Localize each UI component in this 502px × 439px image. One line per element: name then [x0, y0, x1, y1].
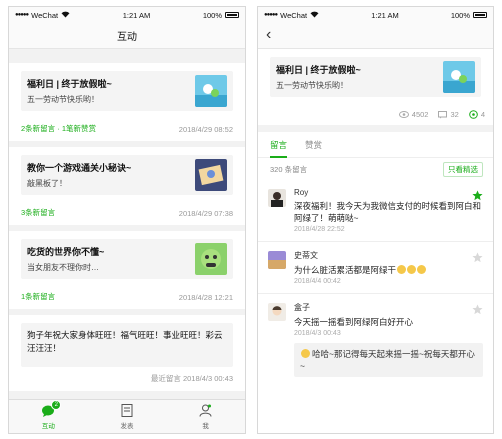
battery-percent: 100% [202, 10, 222, 20]
signal-icon: ●●●●● [264, 12, 278, 18]
text-post-preview[interactable]: 狗子年祝大家身体旺旺！福气旺旺！事业旺旺！彩云汪汪汪！ [21, 323, 233, 367]
document-icon [120, 404, 134, 418]
page-title: 互动 [117, 32, 137, 43]
article-summary[interactable]: 福利日 | 终于放假啦~ 五一劳动节快乐哟！ 4502 32 4 [258, 49, 493, 125]
article-thumbnail [195, 243, 227, 275]
smile-emoji-icon [397, 265, 407, 274]
tab-me[interactable]: 我 [186, 404, 226, 430]
commenter-name: 盒子 [294, 303, 310, 312]
smile-emoji-icon [417, 265, 427, 274]
article-card[interactable]: 教你一个游戏通关小秘诀~ 敲黑板了！ 3条新留言 2018/4/29 07:38 [9, 147, 245, 225]
comment-item[interactable]: Roy 深夜福利！我今天为我微信支付的时候看到阿白和阿绿了！萌萌哒~ 2018/… [258, 180, 493, 242]
comment-item[interactable]: 盒子 今天摇一摇看到阿绿阿白好开心 2018/4/3 00:43 哈哈~那记得每… [258, 294, 493, 385]
comment-text: 今天摇一摇看到阿绿阿白好开心 [294, 317, 414, 327]
avatar [268, 251, 286, 269]
battery-icon [473, 12, 487, 18]
smile-emoji-icon [301, 349, 310, 358]
comments-panel: 留言 赞赏 320 条留言 只看精选 Roy 深夜福利！我今天为我微信支付的时候… [258, 132, 493, 433]
avatar [268, 189, 286, 207]
wifi-icon [310, 11, 319, 20]
nav-bar: 互动 [9, 23, 245, 49]
featured-only-button[interactable]: 只看精选 [443, 161, 483, 177]
text-post-card[interactable]: 狗子年祝大家身体旺旺！福气旺旺！事业旺旺！彩云汪汪汪！ 最近留言 2018/4/… [9, 315, 245, 391]
smile-emoji-icon [407, 265, 417, 274]
tab-label: 互动 [41, 422, 55, 430]
tab-interactions[interactable]: 2 互动 [28, 399, 68, 430]
tab-label: 发表 [120, 422, 134, 430]
comment-item[interactable]: 史蒂文 为什么脏活累活都是阿绿干 2018/4/4 00:42 [258, 242, 493, 294]
article-thumbnail [195, 75, 227, 107]
wifi-icon [61, 11, 70, 20]
article-subtitle: 当女朋友不理你时… [27, 263, 99, 272]
back-chevron-icon[interactable]: ‹ [266, 26, 271, 44]
comment-time: 2018/4/3 00:43 [294, 330, 341, 337]
article-comments-screen: ●●●●● WeChat 1:21 AM 100% ‹ 福利日 | 终于放假啦~… [257, 6, 494, 434]
tab-label: 我 [202, 422, 209, 430]
author-reply: 哈哈~那记得每天起来摇一摇~祝每天都开心~ [294, 343, 483, 377]
status-bar: ●●●●● WeChat 1:21 AM 100% [258, 7, 493, 23]
article-stats: 4502 32 4 [398, 110, 485, 119]
article-title: 吃货的世界你不懂~ [27, 247, 105, 257]
bottom-tab-bar: 2 互动 发表 我 [9, 399, 245, 433]
comment-text-content: 为什么脏活累活都是阿绿干 [294, 265, 397, 275]
new-comment-count: 2条新留言 · 1笔新赞赏 [21, 124, 97, 133]
interactions-screen: ●●●●● WeChat 1:21 AM 100% 互动 福利日 | 终于放假啦… [8, 6, 246, 434]
eye-icon [398, 111, 409, 118]
article-subtitle: 五一劳动节快乐哟！ [27, 95, 99, 104]
battery-percent: 100% [450, 10, 470, 20]
article-subtitle: 五一劳动节快乐哟！ [276, 81, 348, 90]
clock: 1:21 AM [371, 10, 399, 20]
article-thumbnail [443, 61, 475, 93]
tab-publish[interactable]: 发表 [107, 404, 147, 430]
article-thumbnail [195, 159, 227, 191]
article-date: 2018/4/29 07:38 [178, 209, 233, 218]
article-preview[interactable]: 吃货的世界你不懂~ 当女朋友不理你时… [21, 239, 233, 279]
article-preview[interactable]: 教你一个游戏通关小秘诀~ 敲黑板了！ [21, 155, 233, 195]
reward-count: 4 [480, 110, 485, 119]
tab-rewards[interactable]: 赞赏 [305, 139, 322, 151]
star-outline-icon[interactable] [472, 304, 483, 315]
status-bar: ●●●●● WeChat 1:21 AM 100% [9, 7, 245, 23]
comment-count: 32 [450, 110, 459, 119]
article-title: 教你一个游戏通关小秘诀~ [27, 163, 132, 173]
reply-text: 哈哈~那记得每天起来摇一摇~祝每天都开心~ [300, 349, 475, 371]
commenter-name: 史蒂文 [294, 251, 318, 260]
text-post-content: 狗子年祝大家身体旺旺！福气旺旺！事业旺旺！彩云汪汪汪！ [27, 330, 223, 353]
commenter-name: Roy [294, 188, 309, 197]
battery-icon [225, 12, 239, 18]
clock: 1:21 AM [122, 10, 151, 20]
unread-badge: 2 [51, 399, 62, 410]
article-date: 2018/4/29 08:52 [178, 125, 233, 134]
comment-time: 2018/4/4 00:42 [294, 278, 341, 285]
comment-time: 2018/4/28 22:52 [294, 226, 345, 233]
article-card[interactable]: 福利日 | 终于放假啦~ 五一劳动节快乐哟！ 2条新留言 · 1笔新赞赏 201… [9, 63, 245, 141]
comment-icon [438, 110, 448, 118]
article-preview[interactable]: 福利日 | 终于放假啦~ 五一劳动节快乐哟！ [21, 71, 233, 111]
new-comment-count: 3条新留言 [21, 208, 56, 217]
star-outline-icon[interactable] [472, 252, 483, 263]
reward-icon [469, 110, 478, 119]
user-icon [199, 404, 213, 418]
article-preview[interactable]: 福利日 | 终于放假啦~ 五一劳动节快乐哟！ [270, 57, 481, 97]
signal-icon: ●●●●● [15, 12, 29, 18]
article-title: 福利日 | 终于放假啦~ [276, 65, 361, 75]
tab-comments[interactable]: 留言 [270, 132, 288, 158]
article-card[interactable]: 吃货的世界你不懂~ 当女朋友不理你时… 1条新留言 2018/4/28 12:2… [9, 231, 245, 309]
star-filled-icon[interactable] [472, 190, 483, 201]
carrier-label: WeChat [31, 10, 59, 20]
avatar [268, 303, 286, 321]
article-date: 2018/4/28 12:21 [178, 293, 233, 302]
carrier-label: WeChat [280, 10, 308, 20]
comment-text: 深夜福利！我今天为我微信支付的时候看到阿白和阿绿了！萌萌哒~ [294, 201, 482, 223]
view-count: 4502 [411, 110, 429, 119]
total-comments: 320 条留言 [270, 164, 308, 174]
new-comment-count: 1条新留言 [21, 292, 56, 301]
comment-text: 为什么脏活累活都是阿绿干 [294, 264, 483, 276]
nav-bar: ‹ [258, 23, 493, 49]
comment-tabs: 留言 赞赏 [258, 132, 493, 158]
comment-count-row: 320 条留言 只看精选 [258, 158, 493, 180]
article-subtitle: 敲黑板了！ [27, 179, 67, 188]
latest-comment-date: 最近留言 2018/4/3 00:43 [150, 374, 233, 383]
article-title: 福利日 | 终于放假啦~ [27, 79, 112, 89]
